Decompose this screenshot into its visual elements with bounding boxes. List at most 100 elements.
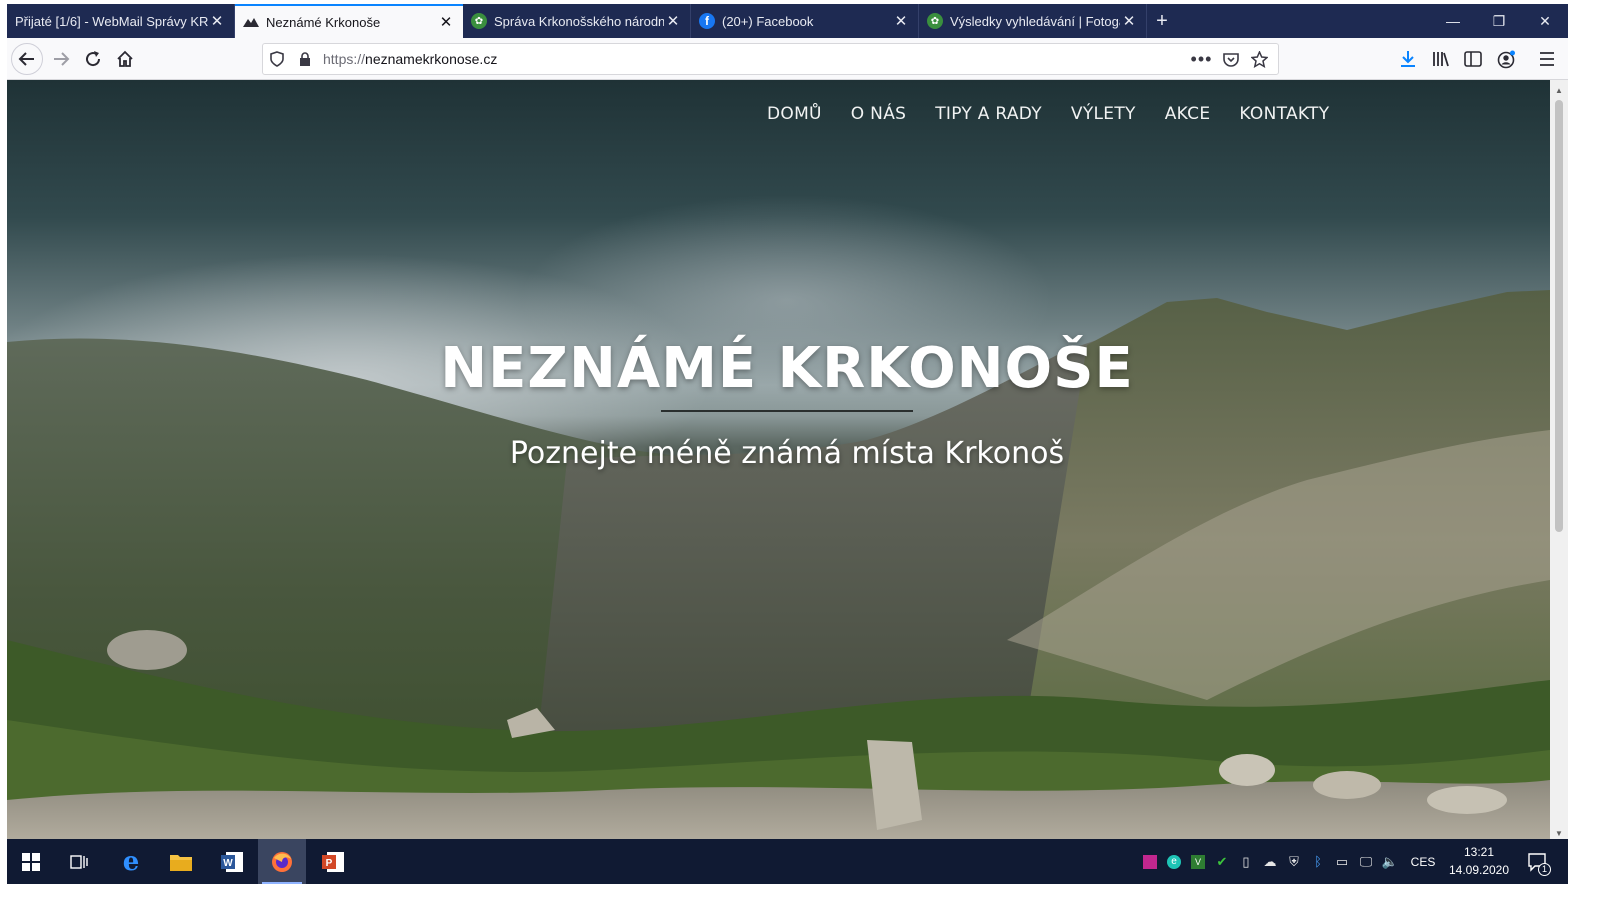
url-actions: ••• — [1187, 44, 1274, 74]
forward-button[interactable] — [45, 43, 77, 75]
minimize-icon[interactable]: — — [1430, 4, 1476, 38]
tab-title: Přijaté [1/6] - WebMail Správy KRNAP — [15, 13, 208, 29]
powerpoint-icon: P — [322, 851, 344, 872]
home-button[interactable] — [109, 43, 141, 75]
svg-text:P: P — [326, 858, 333, 869]
task-view-icon — [70, 854, 88, 869]
browser-window: Přijaté [1/6] - WebMail Správy KRNAP ✕ N… — [7, 4, 1568, 884]
forward-arrow-icon — [54, 52, 70, 66]
scroll-up-icon[interactable]: ▲ — [1550, 82, 1568, 98]
url-prefix: https:// — [323, 51, 366, 67]
hero-subtitle: Poznejte méně známá místa Krkonoš — [509, 436, 1065, 471]
back-button[interactable] — [11, 43, 43, 75]
page-actions-menu-icon[interactable]: ••• — [1187, 44, 1216, 74]
close-tab-icon[interactable]: ✕ — [892, 12, 910, 30]
download-arrow-icon — [1401, 51, 1415, 67]
back-arrow-icon — [18, 52, 34, 66]
account-icon — [1497, 50, 1515, 68]
tab-fotogalerie[interactable]: ✿ Výsledky vyhledávání | Fotogalerie ✕ — [919, 4, 1147, 38]
windows-logo-icon — [22, 852, 40, 871]
tray-bluetooth-icon[interactable]: ᛒ — [1306, 839, 1330, 884]
taskbar-edge[interactable]: e — [107, 839, 155, 884]
tray-e-icon[interactable]: e — [1162, 839, 1186, 884]
pocket-icon[interactable] — [1216, 44, 1245, 74]
sidebar-button[interactable] — [1457, 43, 1489, 75]
new-tab-button[interactable]: + — [1147, 4, 1177, 38]
tab-title: Výsledky vyhledávání | Fotogalerie — [950, 13, 1120, 29]
tab-strip: Přijaté [1/6] - WebMail Správy KRNAP ✕ N… — [7, 4, 1568, 38]
close-tab-icon[interactable]: ✕ — [208, 12, 226, 30]
tray-vpn-icon[interactable]: V — [1186, 839, 1210, 884]
nav-link-akce[interactable]: AKCE — [1165, 104, 1211, 128]
tray-shield-check-icon[interactable]: ✔ — [1210, 839, 1234, 884]
action-center-button[interactable]: 1 — [1517, 839, 1557, 884]
bookmark-star-icon[interactable] — [1245, 44, 1274, 74]
tray-battery-icon[interactable]: ▭ — [1330, 839, 1354, 884]
library-icon — [1433, 52, 1449, 67]
edge-icon: e — [122, 846, 140, 877]
address-bar[interactable]: https://neznamekrkonose.cz ••• — [262, 43, 1279, 75]
taskbar-file-explorer[interactable] — [157, 839, 205, 884]
tracking-protection-shield-icon[interactable] — [263, 44, 291, 74]
tab-title: (20+) Facebook — [722, 13, 814, 29]
close-tab-icon[interactable]: ✕ — [664, 12, 682, 30]
site-navigation: DOMŮ O NÁS TIPY A RADY VÝLETY AKCE KONTA… — [767, 104, 1329, 128]
tab-webmail[interactable]: Přijaté [1/6] - WebMail Správy KRNAP ✕ — [7, 4, 235, 38]
tray-app-icon[interactable] — [1138, 839, 1162, 884]
tray-volume-icon[interactable]: 🔈 — [1378, 839, 1402, 884]
restore-icon[interactable]: ❐ — [1476, 4, 1522, 38]
sidebar-icon — [1464, 51, 1482, 67]
clock-date: 14.09.2020 — [1448, 863, 1510, 877]
hero-divider — [661, 410, 913, 412]
account-button[interactable] — [1490, 43, 1522, 75]
nav-link-o-nas[interactable]: O NÁS — [851, 104, 906, 128]
tab-neznamekrkonose[interactable]: Neznámé Krkonoše ✕ — [235, 4, 463, 38]
home-icon — [117, 50, 133, 67]
tab-title: Správa Krkonošského národního parku — [494, 13, 664, 29]
mountain-icon — [243, 14, 259, 30]
scrollbar-thumb[interactable] — [1555, 100, 1563, 532]
close-window-icon[interactable]: ✕ — [1522, 4, 1568, 38]
word-icon: W — [221, 851, 243, 872]
tab-title: Neznámé Krkonoše — [266, 14, 381, 30]
firefox-icon — [272, 851, 292, 872]
start-button[interactable] — [7, 839, 55, 884]
windows-taskbar: e W P e V ✔ ▯ ☁ ⛨ ᛒ ▭ 🖵 🔈 CES 13:21 14.0… — [7, 839, 1568, 884]
app-menu-button[interactable] — [1531, 43, 1563, 75]
web-content: DOMŮ O NÁS TIPY A RADY VÝLETY AKCE KONTA… — [7, 80, 1550, 843]
close-tab-icon[interactable]: ✕ — [1120, 12, 1138, 30]
task-view-button[interactable] — [56, 839, 104, 884]
taskbar-powerpoint[interactable]: P — [309, 839, 357, 884]
taskbar-word[interactable]: W — [208, 839, 256, 884]
language-indicator[interactable]: CES — [1402, 839, 1444, 884]
downloads-button[interactable] — [1392, 43, 1424, 75]
hero-title: NEZNÁMÉ KRKONOŠE — [440, 336, 1134, 401]
notification-count-badge: 1 — [1538, 863, 1551, 876]
clock-time: 13:21 — [1463, 845, 1495, 859]
facebook-icon: f — [699, 13, 715, 29]
vertical-scrollbar[interactable]: ▲ ▼ — [1550, 80, 1568, 843]
lock-icon[interactable] — [291, 44, 319, 74]
navigation-toolbar: https://neznamekrkonose.cz ••• — [7, 38, 1568, 80]
library-button[interactable] — [1425, 43, 1457, 75]
window-controls: — ❐ ✕ — [1430, 4, 1568, 38]
reload-button[interactable] — [77, 43, 109, 75]
tab-facebook[interactable]: f (20+) Facebook ✕ — [691, 4, 919, 38]
tray-cloud-icon[interactable]: ☁ — [1258, 839, 1282, 884]
svg-text:W: W — [223, 858, 233, 869]
nav-link-tipy-a-rady[interactable]: TIPY A RADY — [935, 104, 1042, 128]
taskbar-firefox[interactable] — [258, 839, 306, 884]
close-tab-icon[interactable]: ✕ — [437, 13, 455, 31]
krnap-icon: ✿ — [927, 13, 943, 29]
nav-link-domu[interactable]: DOMŮ — [767, 104, 822, 128]
taskbar-clock[interactable]: 13:21 14.09.2020 — [1444, 843, 1514, 879]
nav-link-vylety[interactable]: VÝLETY — [1071, 104, 1136, 128]
tab-krnap[interactable]: ✿ Správa Krkonošského národního parku ✕ — [463, 4, 691, 38]
folder-icon — [170, 854, 192, 871]
tray-network-icon[interactable]: 🖵 — [1354, 839, 1378, 884]
nav-link-kontakty[interactable]: KONTAKTY — [1239, 104, 1329, 128]
tray-usb-icon[interactable]: ▯ — [1234, 839, 1258, 884]
krnap-icon: ✿ — [471, 13, 487, 29]
tray-defender-icon[interactable]: ⛨ — [1282, 839, 1306, 884]
hamburger-menu-icon — [1540, 52, 1554, 66]
